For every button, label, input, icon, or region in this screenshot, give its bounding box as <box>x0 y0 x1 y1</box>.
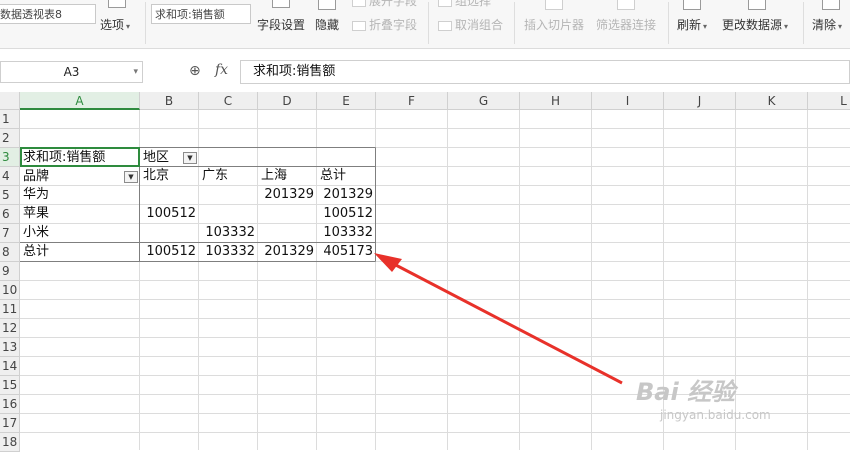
watermark-url: jingyan.baidu.com <box>660 408 771 422</box>
watermark-logo: Bai 经验 <box>636 378 736 406</box>
arrow-head <box>374 253 402 272</box>
arrow-shaft <box>389 260 623 385</box>
